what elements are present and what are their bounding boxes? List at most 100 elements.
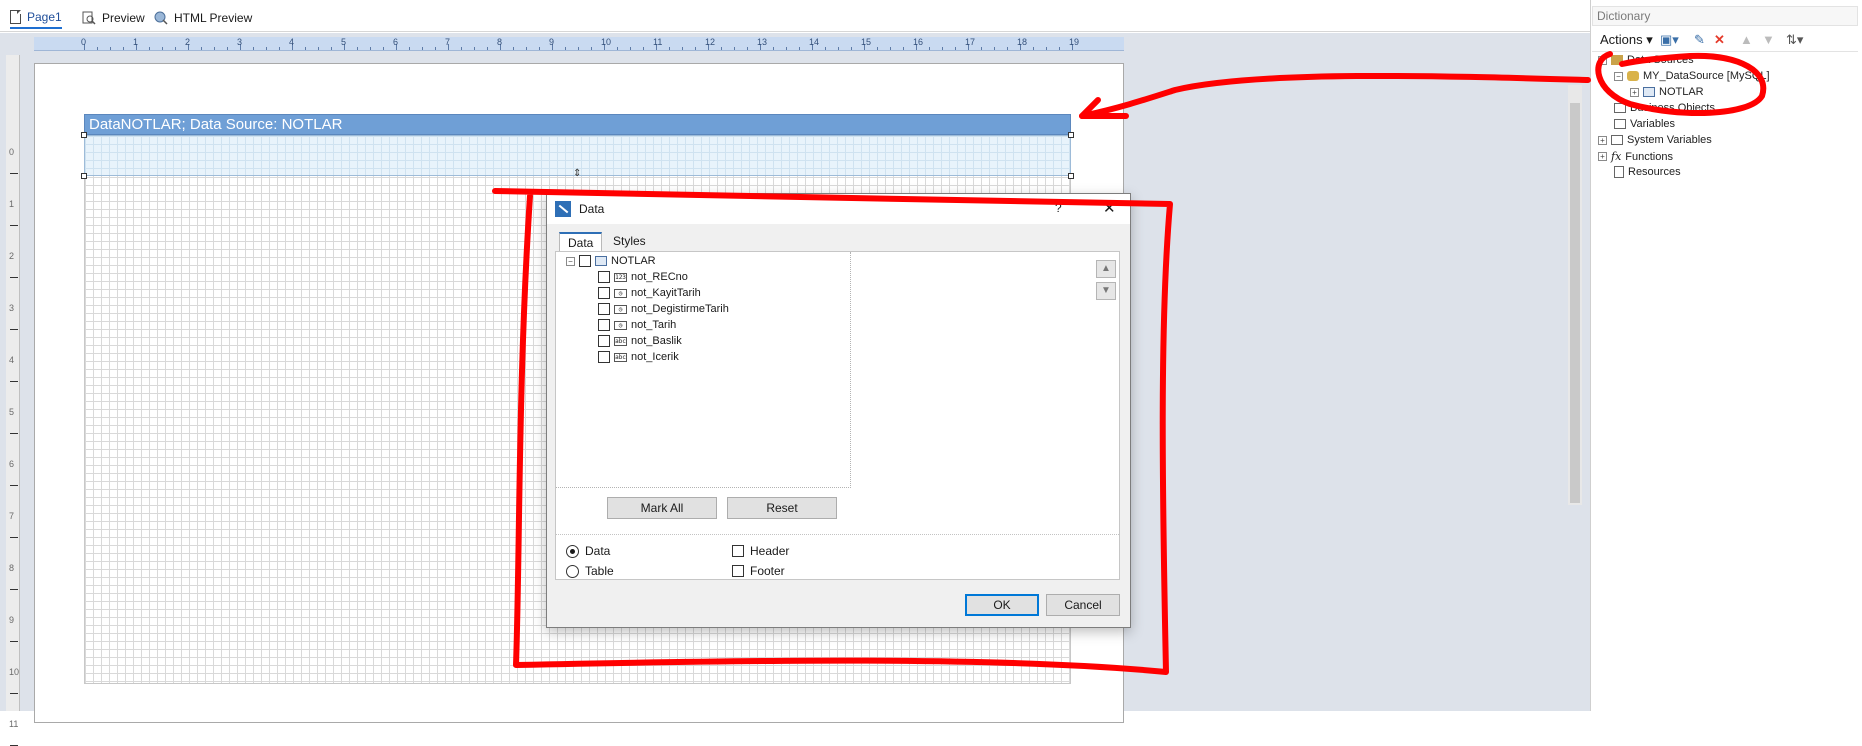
actions-dropdown[interactable]: Actions ▾ [1600,32,1653,48]
move-up-button[interactable]: ▲ [1096,260,1116,278]
reset-button[interactable]: Reset [727,497,837,519]
field-row[interactable]: abc not_Baslik [598,335,682,347]
variables-icon [1614,119,1626,129]
tree-table-notlar[interactable]: + NOTLAR [1630,86,1704,98]
tab-html-preview[interactable]: HTML Preview [154,7,252,29]
tab-styles[interactable]: Styles [605,232,654,252]
ruler-number: 4 [289,37,295,47]
radio-button[interactable] [566,544,579,558]
ruler-tick [669,47,670,50]
ruler-tick [10,537,18,538]
ok-button[interactable]: OK [965,594,1039,616]
edit-icon[interactable]: ✎ [1694,32,1705,48]
collapse-icon[interactable]: − [566,256,575,266]
ruler-tick [331,47,332,50]
help-button[interactable]: ? [1055,201,1062,215]
tree-resources-label: Resources [1628,166,1681,178]
sort-icon[interactable]: ⇅▾ [1786,32,1803,48]
ruler-number: 5 [9,407,15,417]
checkbox[interactable] [598,335,610,347]
checkbox[interactable] [598,351,610,363]
tree-functions[interactable]: + fx Functions [1598,150,1673,163]
collapse-icon[interactable]: − [1614,71,1623,81]
tree-data-sources[interactable]: − Data Sources [1598,54,1694,66]
close-icon[interactable]: ✕ [1103,199,1116,217]
radio-data[interactable]: Data [566,544,610,558]
ruler-number: 10 [601,37,612,47]
mark-all-button[interactable]: Mark All [607,497,717,519]
checkbox[interactable] [598,303,610,315]
field-row[interactable]: ◷ not_DegistirmeTarih [598,303,729,315]
data-band-header[interactable]: DataNOTLAR; Data Source: NOTLAR [84,114,1071,135]
ruler-tick [253,47,254,50]
resize-handle[interactable] [1068,132,1074,138]
tab-html-preview-label: HTML Preview [174,11,253,25]
datetime-type-icon: ◷ [614,320,627,330]
tree-variables[interactable]: Variables [1614,118,1675,130]
checkbox[interactable] [598,287,610,299]
ruler-tick [838,47,839,50]
ruler-tick [799,47,800,50]
field-row[interactable]: 123 not_RECno [598,271,688,283]
preview-icon [82,11,96,25]
tab-preview[interactable]: Preview [82,7,145,29]
document-tab-bar: Page1 Preview HTML Preview [0,0,1590,32]
ruler-tick [565,47,566,50]
new-item-icon[interactable]: ▣▾ [1660,32,1679,48]
collapse-icon[interactable]: − [1598,55,1607,65]
ruler-tick [591,47,592,50]
tab-data[interactable]: Data [559,232,603,252]
tree-root-notlar[interactable]: − NOTLAR [566,255,656,267]
ruler-number: 8 [9,563,15,573]
scrollbar-thumb[interactable] [1570,103,1580,503]
delete-icon[interactable]: ✕ [1714,32,1725,48]
move-down-button[interactable]: ▼ [1096,282,1116,300]
ruler-tick [981,47,982,50]
field-row[interactable]: ◷ not_KayitTarih [598,287,701,299]
move-up-icon[interactable]: ▲ [1740,32,1753,47]
field-row[interactable]: abc not_Icerik [598,351,679,363]
checkbox[interactable] [732,565,744,577]
tree-system-variables[interactable]: + System Variables [1598,134,1712,146]
resize-handle[interactable] [1068,173,1074,179]
expand-icon[interactable]: + [1598,135,1607,145]
tree-business-objects[interactable]: Business Objects [1614,102,1715,114]
tree-resources[interactable]: Resources [1614,166,1681,178]
expand-icon[interactable]: + [1630,87,1639,97]
database-icon [1627,71,1639,81]
field-label: not_KayitTarih [631,287,701,299]
radio-table[interactable]: Table [566,564,614,578]
ruler-tick [214,47,215,50]
ruler-tick [643,47,644,50]
ruler-tick [10,641,18,642]
radio-button[interactable] [566,564,579,578]
expand-icon[interactable]: + [1598,152,1607,161]
tab-page1[interactable]: Page1 [10,7,62,29]
ruler-tick [201,47,202,50]
header-checkbox[interactable]: Header [732,544,789,558]
field-label: not_Tarih [631,319,677,331]
ruler-tick [734,47,735,50]
ruler-tick [10,329,18,330]
tree-datasource[interactable]: − MY_DataSource [MySQL] [1614,70,1770,82]
ruler-tick [851,47,852,50]
resize-handle[interactable] [81,132,87,138]
checkbox[interactable] [598,319,610,331]
dialog-content: − NOTLAR 123 not_RECno ◷ not_KayitTarih … [555,251,1120,580]
ruler-number: 1 [9,199,15,209]
checkbox[interactable] [579,255,591,267]
field-tree[interactable]: − NOTLAR 123 not_RECno ◷ not_KayitTarih … [556,252,851,488]
footer-checkbox[interactable]: Footer [732,564,785,578]
move-handle-icon[interactable]: ⇕ [573,168,581,179]
resize-handle[interactable] [81,173,87,179]
checkbox[interactable] [598,271,610,283]
tree-business-objects-label: Business Objects [1630,102,1715,114]
move-down-icon[interactable]: ▼ [1762,32,1775,47]
checkbox[interactable] [732,545,744,557]
tab-preview-label: Preview [102,11,145,25]
ruler-tick [578,47,579,50]
vertical-scrollbar[interactable] [1568,85,1582,505]
field-row[interactable]: ◷ not_Tarih [598,319,676,331]
dictionary-title: Dictionary [1592,6,1858,26]
cancel-button[interactable]: Cancel [1046,594,1120,616]
